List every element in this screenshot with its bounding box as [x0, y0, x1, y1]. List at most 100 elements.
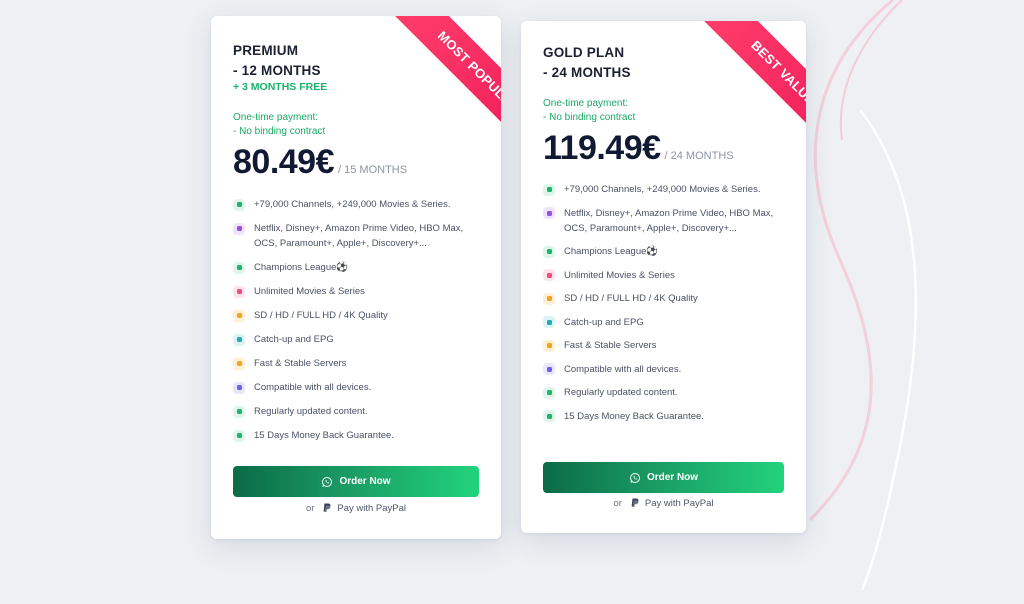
video-camera-icon: [233, 285, 245, 298]
clock-icon: [233, 333, 245, 346]
monitor-icon: [233, 381, 245, 394]
feature-text: Compatible with all devices.: [564, 363, 682, 375]
order-now-label: Order Now: [339, 476, 391, 487]
feature-item: SD / HD / FULL HD / 4K Quality: [543, 291, 789, 306]
feature-text: +79,000 Channels, +249,000 Movies & Seri…: [254, 199, 451, 210]
feature-item: Unlimited Movies & Series: [233, 284, 486, 299]
pay-with-paypal-link[interactable]: Pay with PayPal: [630, 498, 714, 509]
feature-item: +79,000 Channels, +249,000 Movies & Seri…: [233, 197, 486, 212]
or-text: or: [305, 503, 315, 514]
feature-text: Regularly updated content.: [564, 387, 678, 398]
feature-text: Unlimited Movies & Series: [564, 269, 675, 281]
refresh-icon: [233, 405, 245, 418]
feature-text: SD / HD / FULL HD / 4K Quality: [564, 293, 698, 304]
feature-text: Netflix, Disney+, Amazon Prime Video, HB…: [564, 207, 774, 234]
feature-list: +79,000 Channels, +249,000 Movies & Seri…: [543, 182, 789, 432]
server-icon: [233, 357, 245, 370]
icon-glyph: [236, 433, 242, 438]
most-popular-ribbon: MOST POPULAR: [386, 16, 501, 164]
shield-check-icon: [233, 429, 245, 442]
quality-icon: [233, 309, 245, 322]
icon-glyph: [236, 385, 242, 390]
whatsapp-icon: [629, 472, 640, 483]
icon-glyph: [236, 313, 242, 318]
paypal-row: or Pay with PayPal: [211, 503, 501, 514]
feature-item: Unlimited Movies & Series: [543, 268, 789, 283]
feature-item: Compatible with all devices.: [233, 380, 486, 395]
price-row: 80.49€ / 15 MONTHS: [233, 143, 407, 182]
payment-terms: One-time payment: - No binding contract: [233, 111, 325, 139]
tv-icon: [233, 198, 245, 211]
feature-text: Unlimited Movies & Series: [254, 286, 365, 297]
feature-item: Compatible with all devices.: [543, 362, 789, 377]
soccer-ball-icon: [543, 245, 555, 258]
tv-icon: [543, 183, 555, 196]
feature-text: 15 Days Money Back Guarantee.: [564, 410, 704, 422]
icon-glyph: [546, 272, 552, 278]
soccer-ball-icon: [233, 261, 245, 274]
plan-title: PREMIUM - 12 MONTHS: [233, 43, 321, 78]
film-icon: [543, 207, 555, 219]
icon-glyph: [236, 337, 242, 342]
feature-item: Netflix, Disney+, Amazon Prime Video, HB…: [233, 221, 486, 251]
icon-glyph: [546, 366, 552, 372]
feature-item: +79,000 Channels, +249,000 Movies & Seri…: [543, 182, 789, 197]
plan-bonus: + 3 MONTHS FREE: [233, 81, 328, 93]
payment-line: One-time payment:: [233, 112, 319, 123]
film-icon: [233, 222, 245, 235]
feature-item: Fast & Stable Servers: [233, 356, 486, 371]
feature-item: Fast & Stable Servers: [543, 338, 789, 353]
pricing-card-premium: MOST POPULAR PREMIUM - 12 MONTHS + 3 MON…: [211, 16, 501, 539]
icon-glyph: [546, 296, 552, 301]
feature-item: Champions League⚽: [543, 244, 789, 259]
feature-item: SD / HD / FULL HD / 4K Quality: [233, 308, 486, 323]
icon-glyph: [236, 361, 242, 366]
feature-text: +79,000 Channels, +249,000 Movies & Seri…: [564, 184, 761, 195]
order-now-button[interactable]: Order Now: [233, 466, 479, 497]
decorative-background-curves: [808, 0, 918, 591]
price-period: / 24 MONTHS: [664, 150, 734, 162]
feature-list: +79,000 Channels, +249,000 Movies & Seri…: [233, 197, 486, 452]
video-camera-icon: [543, 269, 555, 281]
pricing-card-gold: BEST VALUE GOLD PLAN - 24 MONTHS One-tim…: [521, 21, 806, 533]
feature-item: Catch-up and EPG: [543, 315, 789, 330]
paypal-label: Pay with PayPal: [644, 498, 714, 509]
icon-glyph: [546, 249, 552, 254]
feature-text: Compatible with all devices.: [254, 382, 372, 393]
feature-item: Netflix, Disney+, Amazon Prime Video, HB…: [543, 206, 789, 236]
feature-text: Fast & Stable Servers: [254, 358, 347, 369]
feature-text: Champions League⚽: [564, 246, 659, 257]
icon-glyph: [546, 413, 552, 419]
order-now-button[interactable]: Order Now: [543, 462, 784, 493]
paypal-icon: [323, 503, 331, 512]
payment-terms: One-time payment: - No binding contract: [543, 97, 635, 125]
whatsapp-icon: [322, 476, 333, 487]
icon-glyph: [546, 343, 552, 348]
feature-text: 15 Days Money Back Guarantee.: [254, 430, 394, 441]
price: 80.49€: [233, 143, 335, 181]
feature-text: Catch-up and EPG: [254, 334, 334, 345]
monitor-icon: [543, 363, 555, 375]
icon-glyph: [236, 289, 242, 294]
feature-item: Regularly updated content.: [543, 385, 789, 400]
feature-text: Regularly updated content.: [254, 406, 368, 417]
shield-check-icon: [543, 410, 555, 422]
paypal-label: Pay with PayPal: [337, 503, 407, 514]
feature-text: Catch-up and EPG: [564, 316, 644, 328]
or-text: or: [613, 498, 622, 509]
icon-glyph: [236, 265, 242, 270]
paypal-row: or Pay with PayPal: [521, 498, 806, 509]
icon-glyph: [236, 202, 242, 207]
icon-glyph: [236, 409, 242, 414]
pay-with-paypal-link[interactable]: Pay with PayPal: [322, 503, 406, 514]
feature-item: Regularly updated content.: [233, 404, 486, 419]
server-icon: [543, 339, 555, 352]
feature-item: 15 Days Money Back Guarantee.: [233, 428, 486, 443]
clock-icon: [543, 316, 555, 328]
price-row: 119.49€ / 24 MONTHS: [543, 129, 734, 168]
feature-text: Champions League⚽: [254, 262, 349, 273]
price: 119.49€: [543, 129, 661, 167]
price-period: / 15 MONTHS: [338, 164, 408, 176]
icon-glyph: [546, 210, 552, 216]
feature-text: Netflix, Disney+, Amazon Prime Video, HB…: [254, 223, 464, 249]
